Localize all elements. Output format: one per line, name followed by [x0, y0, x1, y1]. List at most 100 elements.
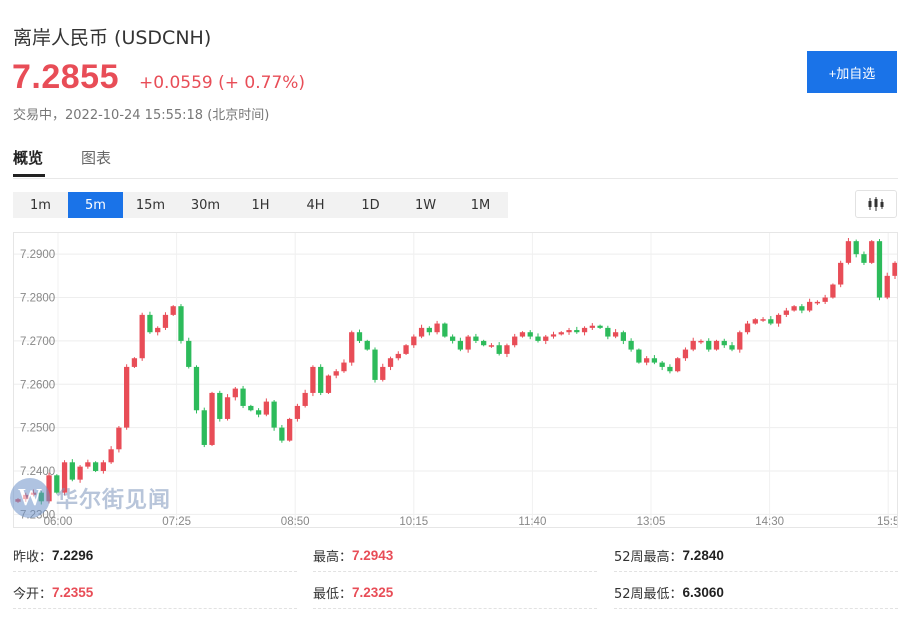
candle — [209, 391, 215, 447]
candle-body — [217, 392, 223, 419]
candle — [372, 347, 378, 383]
candle-body — [341, 362, 347, 372]
candle-body — [690, 340, 696, 350]
candle — [504, 343, 510, 358]
x-tick-label: 10:15 — [399, 516, 428, 528]
candle — [178, 304, 184, 344]
candle-body — [706, 340, 712, 350]
candle-body — [589, 325, 595, 328]
candle — [325, 374, 332, 395]
candle-body — [853, 241, 859, 255]
period-5m[interactable]: 5m — [68, 192, 123, 218]
stat-high: 最高： 7.2943 — [313, 540, 597, 572]
watermark: W 华尔街见闻 — [10, 478, 171, 518]
candle-body — [302, 392, 308, 406]
candle — [449, 334, 456, 344]
candle — [620, 330, 627, 345]
candle-body — [814, 301, 821, 304]
candle — [698, 339, 704, 345]
add-to-watchlist-button[interactable]: +加自选 — [807, 51, 897, 93]
candle — [690, 337, 696, 352]
candle-body — [147, 314, 153, 333]
candle — [286, 417, 293, 442]
candle-body — [504, 345, 510, 354]
tab-chart[interactable]: 图表 — [81, 147, 111, 176]
candle-body — [387, 358, 394, 367]
candle — [512, 333, 518, 348]
y-tick-label: 7.2700 — [20, 336, 55, 348]
stat-label: 52周最低： — [614, 587, 683, 602]
stat-value: 7.2296 — [52, 548, 94, 563]
candle — [116, 426, 122, 453]
period-4h[interactable]: 4H — [288, 192, 343, 218]
period-15m[interactable]: 15m — [123, 192, 178, 218]
candle-body — [682, 349, 689, 359]
candle-body — [380, 366, 386, 380]
candle — [814, 300, 821, 306]
candle-body — [372, 349, 378, 380]
x-tick-label: 08:50 — [281, 516, 310, 528]
candle — [597, 324, 603, 329]
candle-body — [271, 401, 277, 428]
candle-body — [543, 336, 549, 341]
candle — [155, 326, 161, 336]
candle-body — [636, 349, 642, 363]
candle — [838, 260, 844, 288]
period-30m[interactable]: 30m — [178, 192, 233, 218]
candle — [294, 403, 301, 422]
period-1w[interactable]: 1W — [398, 192, 453, 218]
candle-body — [667, 366, 673, 372]
candle — [713, 339, 720, 351]
candle-body — [263, 401, 269, 415]
candle-body — [644, 358, 650, 363]
y-tick-label: 7.2900 — [20, 249, 55, 261]
candle-body — [488, 345, 495, 347]
candle-body — [566, 330, 572, 333]
tab-overview[interactable]: 概览 — [13, 147, 46, 177]
watermark-text: 华尔街见闻 — [56, 488, 172, 513]
stat-open: 今开： 7.2355 — [13, 577, 297, 609]
candle — [162, 312, 169, 331]
candle — [426, 326, 432, 336]
candle-body — [124, 366, 130, 428]
period-1m[interactable]: 1m — [13, 192, 68, 218]
period-1h[interactable]: 1H — [233, 192, 288, 218]
stat-52w-low: 52周最低： 6.3060 — [614, 577, 898, 609]
candle-body — [255, 410, 262, 415]
candle-body — [651, 358, 658, 363]
candle — [737, 330, 743, 353]
main-tabs: 概览 图表 — [13, 147, 149, 177]
period-1mo[interactable]: 1M — [453, 192, 508, 218]
candle — [263, 398, 269, 417]
candle-body — [92, 462, 99, 471]
candle-body — [884, 275, 890, 298]
candle — [442, 322, 448, 338]
candle — [581, 326, 588, 336]
candle-body — [240, 388, 246, 406]
candle — [341, 359, 347, 373]
candle-body — [612, 332, 619, 337]
stat-label: 最高： — [313, 550, 353, 565]
candle — [232, 386, 238, 401]
candle — [543, 334, 549, 345]
stat-label: 今开： — [13, 587, 53, 602]
stat-value: 6.3060 — [682, 585, 724, 600]
chart-type-button[interactable] — [855, 190, 897, 218]
candle-body — [869, 241, 875, 263]
candle — [124, 364, 130, 430]
candle — [675, 357, 681, 373]
candle — [457, 337, 464, 352]
candle-body — [496, 345, 502, 354]
instrument-title: 离岸人民币 (USDCNH) — [13, 27, 212, 49]
y-tick-label: 7.2800 — [20, 293, 55, 305]
candle — [131, 357, 138, 368]
candle — [240, 385, 246, 409]
period-1d[interactable]: 1D — [343, 192, 398, 218]
candle-body — [248, 405, 254, 411]
candle — [628, 338, 634, 352]
period-selector: 1m 5m 15m 30m 1H 4H 1D 1W 1M — [13, 192, 508, 218]
candle-body — [783, 310, 789, 315]
candle — [884, 272, 890, 300]
candle-body — [186, 340, 192, 367]
candle — [411, 334, 417, 348]
